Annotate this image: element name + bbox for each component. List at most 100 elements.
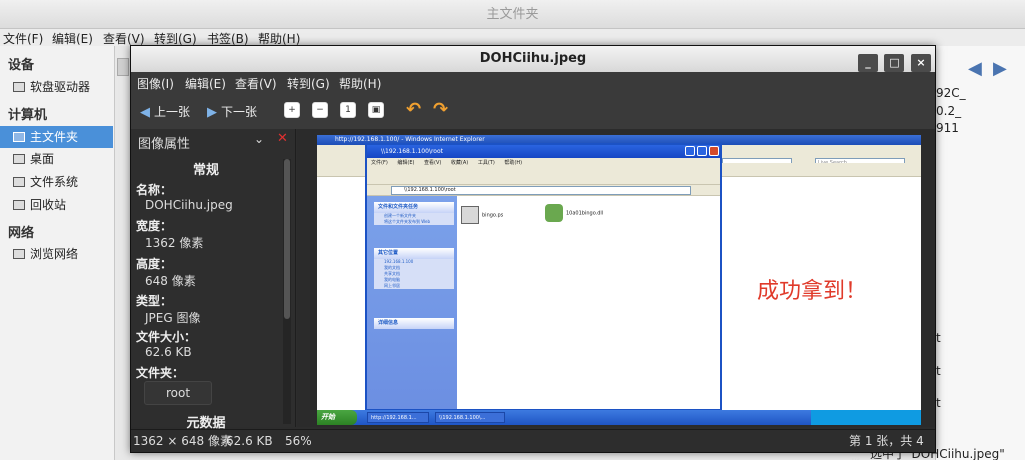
close-panel-icon[interactable]: ✕ — [277, 131, 288, 146]
rotate-right-icon[interactable]: ↷ — [433, 99, 448, 120]
filesystem-icon — [13, 177, 25, 187]
sidebar-item-label: 软盘驱动器 — [30, 80, 91, 94]
field-name-key: 名称： — [136, 183, 173, 197]
zoom-fit-icon[interactable]: ▣ — [368, 102, 384, 118]
pictured-file: 10a01bingo.dll — [545, 204, 603, 222]
pictured-file-icon — [545, 204, 563, 222]
next-arrow-icon: ▶ — [207, 105, 217, 120]
status-dimensions: 1362 × 648 像素 — [133, 434, 232, 448]
network-icon — [13, 249, 25, 259]
maximize-button[interactable]: □ — [884, 54, 905, 72]
file-manager-toolbar-strip — [115, 46, 130, 460]
close-button[interactable]: × — [911, 54, 931, 72]
zoom-normal-icon[interactable]: 1 — [340, 102, 356, 118]
pictured-minimize-icon — [685, 146, 695, 156]
field-height-key: 高度： — [136, 257, 173, 271]
minimize-button[interactable]: _ — [857, 54, 878, 72]
home-folder-icon — [13, 132, 25, 142]
pictured-file: bingo.ps — [461, 206, 503, 224]
pictured-system-tray — [811, 410, 921, 425]
sidebar-item-label: 桌面 — [30, 152, 55, 166]
pictured-file-label: 10a01bingo.dll — [566, 210, 604, 217]
sidebar-item-trash[interactable]: 回收站 — [0, 194, 113, 216]
menu-go[interactable]: 转到(G) — [287, 75, 330, 92]
menu-image[interactable]: 图像(I) — [137, 75, 174, 92]
pictured-task-pane: 文件和文件夹任务 创建一个新文件夹 将这个文件夹发布到 Web 其它位置 192… — [367, 196, 457, 409]
viewer-statusbar: 1362 × 648 像素 62.6 KB 56% 第 1 张，共 4 张 — [131, 429, 935, 460]
viewer-title: DOHCiihu.jpeg — [479, 51, 587, 66]
sidebar-header-network: 网络 — [8, 226, 35, 241]
pictured-explorer-menu: 文件(F) 编辑(E) 查看(V) 收藏(A) 工具(T) 帮助(H) — [367, 158, 720, 169]
sidebar-header-devices: 设备 — [8, 58, 35, 73]
pictured-panel-link: 网上邻居 — [384, 283, 400, 288]
zoom-out-icon[interactable]: − — [312, 102, 328, 118]
pictured-explorer-window: \\192.168.1.100\root 文件(F) 编辑(E) 查看(V) 收… — [365, 143, 722, 411]
sidebar-item-label: 浏览网络 — [30, 247, 79, 261]
window-buttons: _ □ × — [856, 50, 931, 72]
next-button[interactable]: ▶ 下一张 — [207, 103, 257, 120]
toolbar-control[interactable] — [117, 58, 129, 76]
pictured-panel-tasks: 文件和文件夹任务 创建一个新文件夹 将这个文件夹发布到 Web — [374, 202, 454, 225]
fm-menu-file[interactable]: 文件(F) — [3, 30, 43, 47]
file-manager-content-edge: ◀ ▶ 92C_ 0.2_ 911 t t t — [935, 46, 1025, 460]
sidebar-item-browse-network[interactable]: 浏览网络 — [0, 243, 113, 265]
viewer-titlebar: DOHCiihu.jpeg _ □ × — [131, 46, 935, 72]
pictured-task-item: \\192.168.1.100\... — [435, 412, 505, 423]
pictured-explorer-addressbar: \\192.168.1.100\root — [367, 185, 720, 196]
success-message: 成功拿到！ — [757, 279, 868, 304]
pictured-ie-window: http://192.168.1.100/ - Windows Internet… — [317, 135, 921, 411]
pictured-explorer-title: \\192.168.1.100\root — [367, 145, 720, 158]
floppy-drive-icon — [13, 82, 25, 92]
viewer-menubar: 图像(I) 编辑(E) 查看(V) 转到(G) 帮助(H) — [131, 72, 935, 94]
rotate-left-icon[interactable]: ↶ — [406, 99, 421, 120]
image-viewer-window: DOHCiihu.jpeg _ □ × 图像(I) 编辑(E) 查看(V) 转到… — [130, 45, 936, 460]
file-name-fragment: t — [936, 396, 941, 410]
field-width-key: 宽度： — [136, 219, 173, 233]
field-name-value: DOHCiihu.jpeg — [145, 198, 233, 212]
prev-arrow-icon: ◀ — [140, 105, 150, 120]
sidebar-item-label: 文件系统 — [30, 175, 79, 189]
file-manager-menubar: 文件(F) 编辑(E) 查看(V) 转到(G) 书签(B) 帮助(H) — [0, 29, 1025, 46]
menu-view[interactable]: 查看(V) — [235, 75, 277, 92]
sidebar-item-floppy[interactable]: 软盘驱动器 — [0, 76, 113, 98]
forward-arrow-icon[interactable]: ▶ — [993, 58, 1007, 79]
file-manager-titlebar: 主文件夹 — [0, 0, 1025, 29]
pictured-panel-details: 详细信息 — [374, 318, 454, 329]
sidebar-item-label: 主文件夹 — [30, 130, 79, 144]
panel-scrollbar[interactable] — [283, 159, 291, 424]
file-name-fragment: t — [936, 331, 941, 345]
field-folder-key: 文件夹： — [136, 366, 185, 380]
fm-menu-edit[interactable]: 编辑(E) — [52, 30, 93, 47]
desktop-icon — [13, 154, 25, 164]
prev-label: 上一张 — [154, 105, 191, 119]
sidebar-item-filesystem[interactable]: 文件系统 — [0, 171, 113, 193]
sidebar-item-home[interactable]: 主文件夹 — [0, 126, 113, 148]
back-arrow-icon[interactable]: ◀ — [968, 58, 982, 79]
pictured-start-button: 开始 — [317, 410, 357, 425]
pictured-panel-tasks-title: 文件和文件夹任务 — [374, 202, 454, 213]
status-size: 62.6 KB — [226, 434, 273, 448]
image-canvas[interactable]: http://192.168.1.100/ - Windows Internet… — [297, 129, 935, 427]
field-width-value: 1362 像素 — [145, 236, 204, 250]
sidebar-header-computer: 计算机 — [8, 108, 48, 123]
pictured-file-label: bingo.ps — [482, 212, 504, 219]
scrollbar-thumb[interactable] — [284, 159, 290, 319]
status-position: 第 1 张，共 4 张 — [849, 434, 924, 460]
field-type-key: 类型： — [136, 294, 173, 308]
folder-root-button[interactable]: root — [144, 381, 212, 405]
menu-help[interactable]: 帮助(H) — [339, 75, 381, 92]
sidebar-item-desktop[interactable]: 桌面 — [0, 148, 113, 170]
prev-button[interactable]: ◀ 上一张 — [140, 103, 190, 120]
field-height-value: 648 像素 — [145, 274, 196, 288]
pictured-explorer-toolbar — [367, 169, 720, 185]
file-name-fragment: t — [936, 364, 941, 378]
pictured-panel-link: 将这个文件夹发布到 Web — [384, 219, 430, 224]
pictured-maximize-icon — [697, 146, 707, 156]
pictured-explorer-address: \\192.168.1.100\root — [391, 186, 691, 195]
section-general: 常规 — [192, 163, 219, 178]
chevron-down-icon[interactable]: ⌄ — [254, 132, 264, 146]
viewer-toolbar: ◀ 上一张 ▶ 下一张 + − 1 ▣ ↶ ↷ — [131, 94, 935, 129]
menu-edit[interactable]: 编辑(E) — [185, 75, 226, 92]
properties-panel-title: 图像属性 — [138, 137, 191, 152]
zoom-in-icon[interactable]: + — [284, 102, 300, 118]
